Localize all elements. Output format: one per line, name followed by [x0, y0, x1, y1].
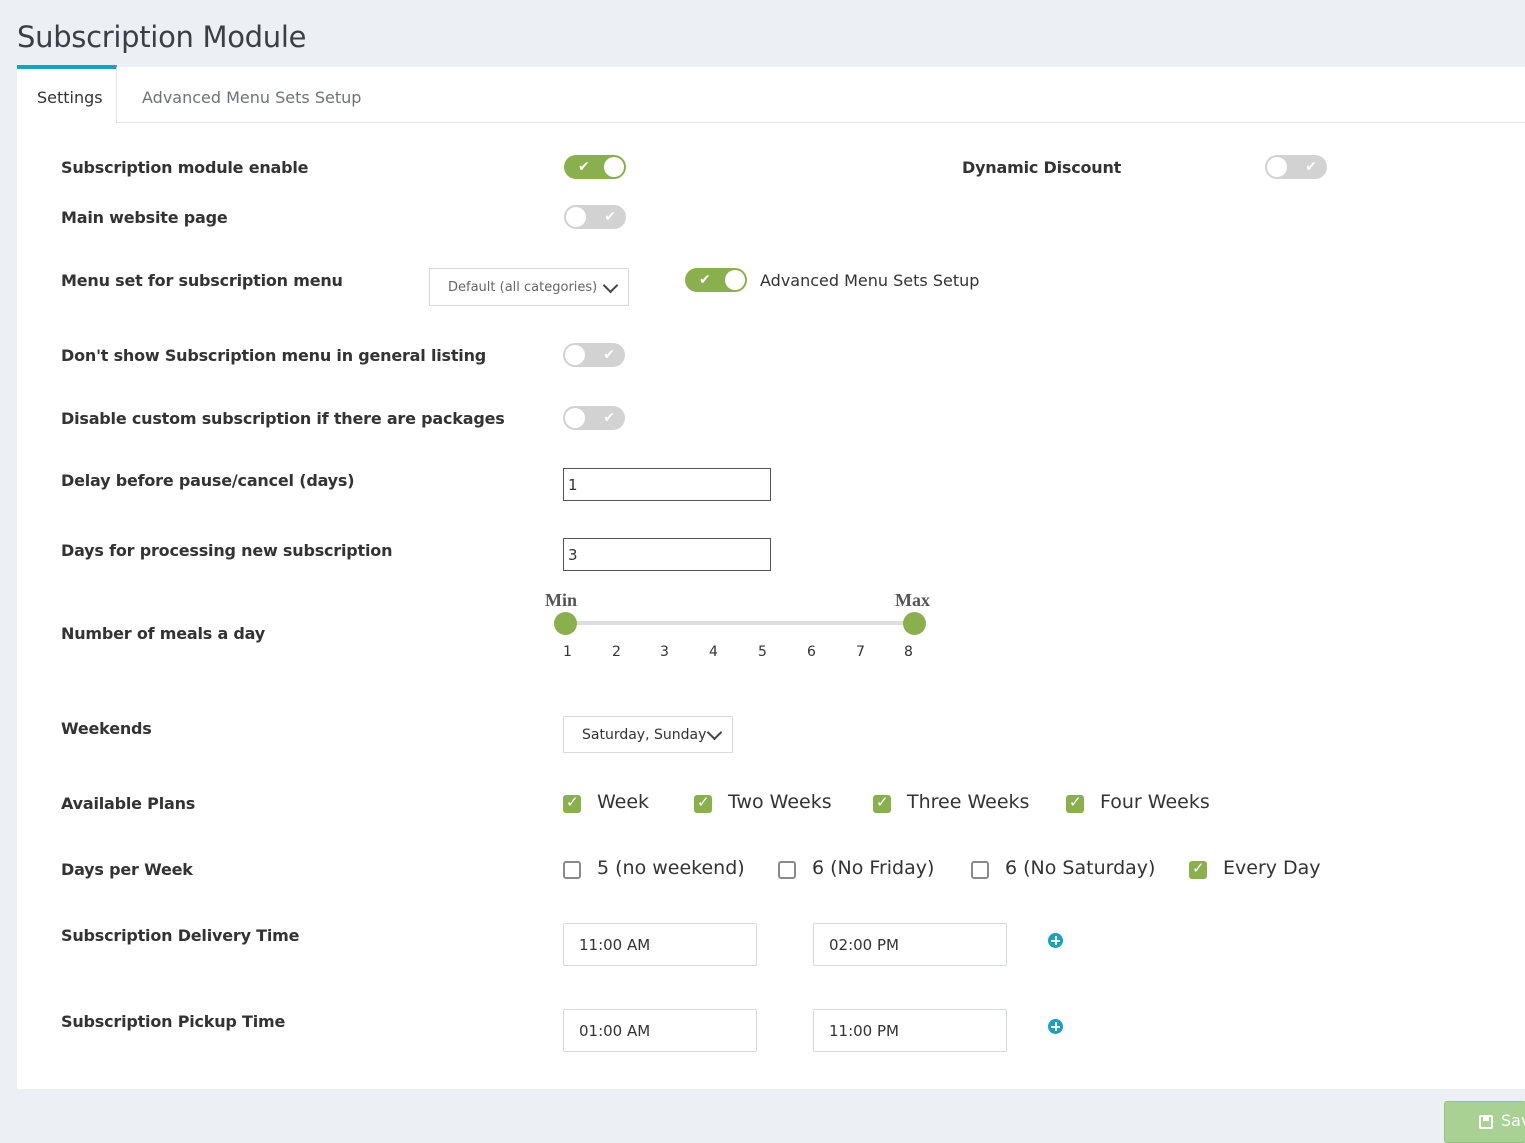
slider-track [565, 621, 915, 625]
slider-min-handle[interactable] [554, 612, 577, 635]
check-icon: ✓ [566, 793, 579, 811]
add-delivery-time-icon[interactable] [1048, 933, 1063, 948]
check-icon: ✓ [1192, 859, 1205, 877]
check-icon: ✔ [578, 158, 590, 174]
main-website-page-label: Main website page [61, 208, 228, 227]
disable-custom-toggle[interactable]: ✔ [563, 406, 625, 430]
slider-tick: 4 [709, 644, 718, 660]
dont-show-menu-label: Don't show Subscription menu in general … [61, 346, 487, 365]
save-button[interactable]: Save [1444, 1101, 1525, 1143]
delay-pause-input[interactable] [563, 468, 771, 501]
check-icon: ✔ [604, 208, 616, 224]
checkbox-label: Two Weeks [728, 791, 832, 813]
weekends-select[interactable]: Saturday, Sunday [563, 716, 733, 753]
check-icon: ✔ [603, 409, 615, 425]
floppy-disk-icon [1479, 1115, 1493, 1129]
checkbox-label: 6 (No Saturday) [1005, 857, 1156, 879]
toggle-knob [565, 408, 585, 428]
delivery-from-input[interactable] [563, 923, 757, 966]
slider-max-caption: Max [895, 590, 930, 610]
slider-max-handle[interactable] [903, 612, 926, 635]
dynamic-discount-label: Dynamic Discount [962, 158, 1122, 177]
delivery-to-input[interactable] [813, 923, 1007, 966]
pickup-from-input[interactable] [563, 1009, 757, 1052]
checkbox-label: Every Day [1223, 857, 1321, 879]
tab-settings[interactable]: Settings [17, 65, 117, 126]
toggle-knob [565, 345, 585, 365]
disable-custom-label: Disable custom subscription if there are… [61, 409, 505, 428]
weekends-value: Saturday, Sunday [582, 727, 707, 743]
tab-bar: Settings Advanced Menu Sets Setup [17, 65, 1525, 126]
checkbox-label: Week [597, 791, 650, 813]
days-per-week-label: Days per Week [61, 860, 193, 879]
slider-tick: 2 [612, 644, 621, 660]
meals-per-day-label: Number of meals a day [61, 624, 265, 643]
checkbox-label: Three Weeks [907, 791, 1030, 813]
toggle-knob [604, 157, 624, 177]
slider-min-caption: Min [545, 590, 578, 610]
slider-tick: 5 [758, 644, 767, 660]
delivery-time-label: Subscription Delivery Time [61, 926, 300, 945]
slider-tick: 8 [904, 644, 913, 660]
tab-advanced-menu-sets-setup[interactable]: Advanced Menu Sets Setup [122, 67, 381, 122]
page-title: Subscription Module [17, 20, 307, 54]
subscription-enable-toggle[interactable]: ✔ [564, 155, 626, 179]
pickup-to-input[interactable] [813, 1009, 1007, 1052]
available-plans-label: Available Plans [61, 794, 196, 813]
delay-pause-label: Delay before pause/cancel (days) [61, 471, 355, 490]
dont-show-menu-toggle[interactable]: ✔ [563, 343, 625, 367]
settings-panel: Subscription module enable ✔ Dynamic Dis… [17, 123, 1525, 1089]
menu-set-label: Menu set for subscription menu [61, 271, 343, 290]
toggle-knob [1267, 157, 1287, 177]
check-icon: ✔ [699, 271, 711, 287]
subscription-enable-label: Subscription module enable [61, 158, 309, 177]
check-icon: ✓ [697, 793, 710, 811]
pickup-time-label: Subscription Pickup Time [61, 1012, 286, 1031]
weekends-label: Weekends [61, 719, 152, 738]
slider-tick: 1 [563, 644, 572, 660]
meals-range-slider[interactable]: Min Max 1 2 3 4 5 6 7 8 [545, 588, 930, 668]
checkbox-label: 6 (No Friday) [812, 857, 935, 879]
add-pickup-time-icon[interactable] [1048, 1019, 1063, 1034]
save-button-label: Save [1501, 1111, 1525, 1130]
checkbox-label: 5 (no weekend) [597, 857, 745, 879]
toggle-knob [566, 207, 586, 227]
advanced-menu-sets-label: Advanced Menu Sets Setup [760, 271, 980, 290]
chevron-down-icon [706, 724, 723, 741]
slider-tick: 3 [660, 644, 669, 660]
processing-days-input[interactable] [563, 538, 771, 571]
check-icon: ✔ [1305, 158, 1317, 174]
dynamic-discount-toggle[interactable]: ✔ [1265, 155, 1327, 179]
check-icon: ✓ [876, 793, 889, 811]
check-icon: ✓ [1069, 793, 1082, 811]
menu-set-value: Default (all categories) [448, 280, 598, 295]
toggle-knob [725, 270, 745, 290]
slider-tick: 7 [856, 644, 865, 660]
slider-tick: 6 [807, 644, 816, 660]
chevron-down-icon [602, 277, 619, 294]
check-icon: ✔ [603, 346, 615, 362]
checkbox-label: Four Weeks [1100, 791, 1210, 813]
main-website-page-toggle[interactable]: ✔ [564, 205, 626, 229]
menu-set-select[interactable]: Default (all categories) [429, 268, 629, 306]
advanced-menu-sets-toggle[interactable]: ✔ [685, 268, 747, 292]
processing-days-label: Days for processing new subscription [61, 541, 393, 560]
